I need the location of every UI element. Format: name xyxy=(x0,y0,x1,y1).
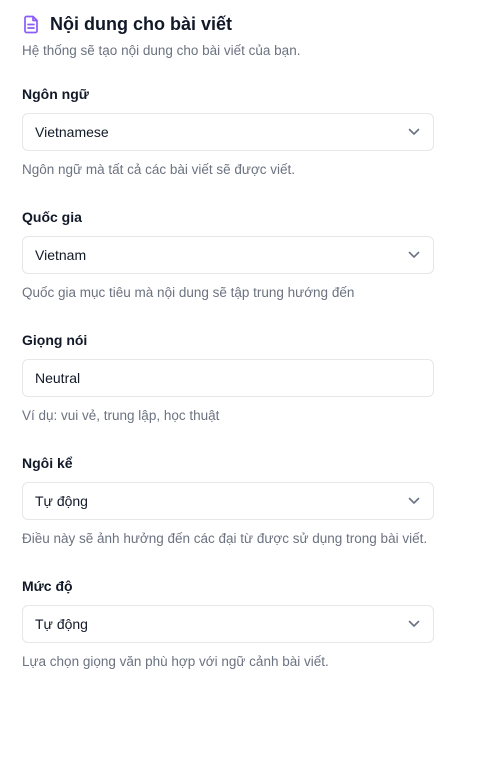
level-label: Mức độ xyxy=(22,578,73,594)
content-settings-panel: Nội dung cho bài viết Hệ thống sẽ tạo nộ… xyxy=(22,12,434,671)
level-field: Mức độ Tự động Lựa chọn giọng văn phù hợ… xyxy=(22,577,434,671)
language-help: Ngôn ngữ mà tất cả các bài viết sẽ được … xyxy=(22,162,296,177)
language-label: Ngôn ngữ xyxy=(22,86,89,102)
voice-field: Giọng nói Neutral Ví dụ: vui vẻ, trung l… xyxy=(22,331,434,425)
chevron-down-icon xyxy=(407,125,421,139)
country-select[interactable]: Vietnam xyxy=(22,236,434,274)
country-select-value: Vietnam xyxy=(35,247,87,263)
voice-help: Ví dụ: vui vẻ, trung lập, học thuật xyxy=(22,408,220,423)
country-label: Quốc gia xyxy=(22,209,82,225)
document-icon xyxy=(22,14,40,34)
page-title: Nội dung cho bài viết xyxy=(50,13,233,34)
section-header: Nội dung cho bài viết xyxy=(22,12,434,36)
country-help: Quốc gia mục tiêu mà nội dung sẽ tập tru… xyxy=(22,285,355,300)
level-help: Lựa chọn giọng văn phù hợp với ngữ cảnh … xyxy=(22,654,329,669)
language-field: Ngôn ngữ Vietnamese Ngôn ngữ mà tất cả c… xyxy=(22,85,434,179)
narrator-select-value: Tự động xyxy=(35,493,88,509)
chevron-down-icon xyxy=(407,248,421,262)
chevron-down-icon xyxy=(407,494,421,508)
level-select[interactable]: Tự động xyxy=(22,605,434,643)
voice-input[interactable]: Neutral xyxy=(22,359,434,397)
level-select-value: Tự động xyxy=(35,616,88,632)
narrator-select[interactable]: Tự động xyxy=(22,482,434,520)
chevron-down-icon xyxy=(407,617,421,631)
narrator-field: Ngôi kể Tự động Điều này sẽ ảnh hưởng đế… xyxy=(22,454,434,548)
language-select[interactable]: Vietnamese xyxy=(22,113,434,151)
voice-input-value: Neutral xyxy=(35,370,81,386)
language-select-value: Vietnamese xyxy=(35,124,109,140)
narrator-help: Điều này sẽ ảnh hưởng đến các đại từ đượ… xyxy=(22,531,428,546)
narrator-label: Ngôi kể xyxy=(22,455,73,471)
country-field: Quốc gia Vietnam Quốc gia mục tiêu mà nộ… xyxy=(22,208,434,302)
voice-label: Giọng nói xyxy=(22,332,88,348)
page-subtitle: Hệ thống sẽ tạo nội dung cho bài viết củ… xyxy=(22,43,301,58)
